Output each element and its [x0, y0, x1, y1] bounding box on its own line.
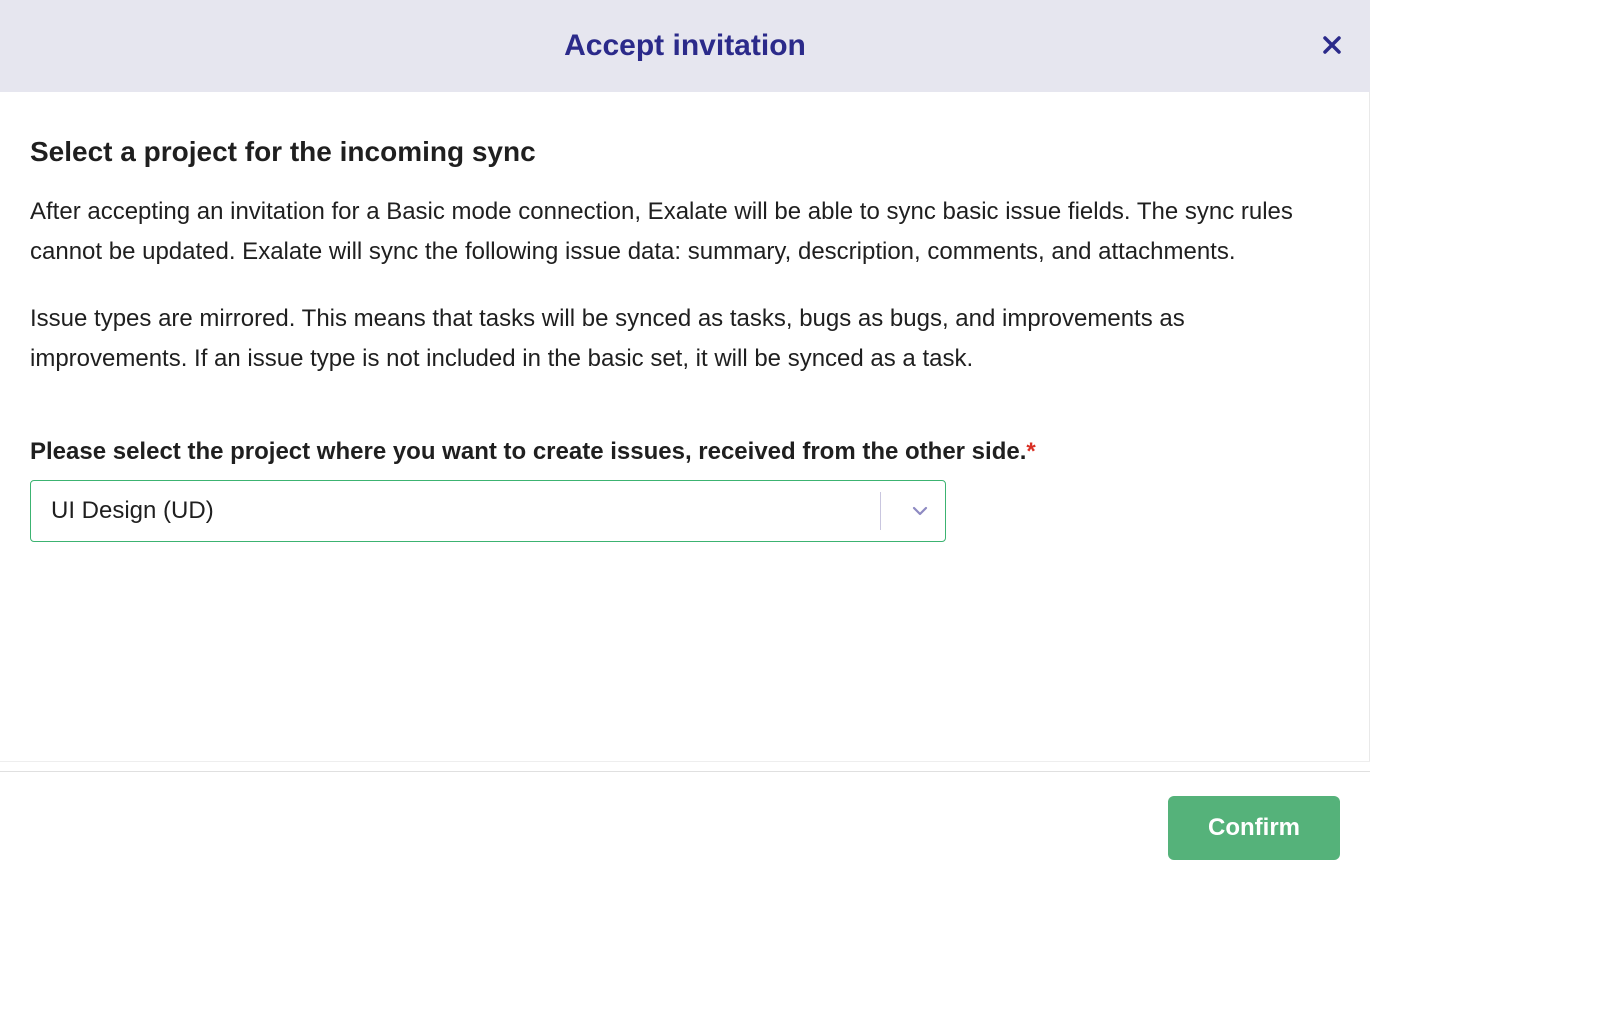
dialog-title: Accept invitation: [564, 29, 806, 63]
close-icon: [1322, 35, 1342, 55]
project-select[interactable]: UI Design (UD): [30, 480, 946, 542]
dialog-body: Select a project for the incoming sync A…: [0, 92, 1370, 761]
project-select-label-text: Please select the project where you want…: [30, 438, 1026, 465]
dialog-footer: Confirm: [0, 771, 1370, 884]
accept-invitation-dialog: Accept invitation Select a project for t…: [0, 0, 1370, 884]
footer-separator: [0, 761, 1370, 771]
project-select-caret: [895, 501, 945, 521]
project-select-label: Please select the project where you want…: [30, 438, 1339, 466]
select-divider: [880, 492, 881, 530]
description-paragraph-1: After accepting an invitation for a Basi…: [30, 192, 1339, 271]
dialog-header: Accept invitation: [0, 0, 1370, 92]
required-marker: *: [1026, 438, 1035, 465]
close-button[interactable]: [1322, 32, 1342, 60]
section-title: Select a project for the incoming sync: [30, 136, 1339, 168]
confirm-button[interactable]: Confirm: [1168, 796, 1340, 860]
description-paragraph-2: Issue types are mirrored. This means tha…: [30, 299, 1339, 378]
chevron-down-icon: [910, 501, 930, 521]
project-select-value: UI Design (UD): [51, 497, 880, 525]
